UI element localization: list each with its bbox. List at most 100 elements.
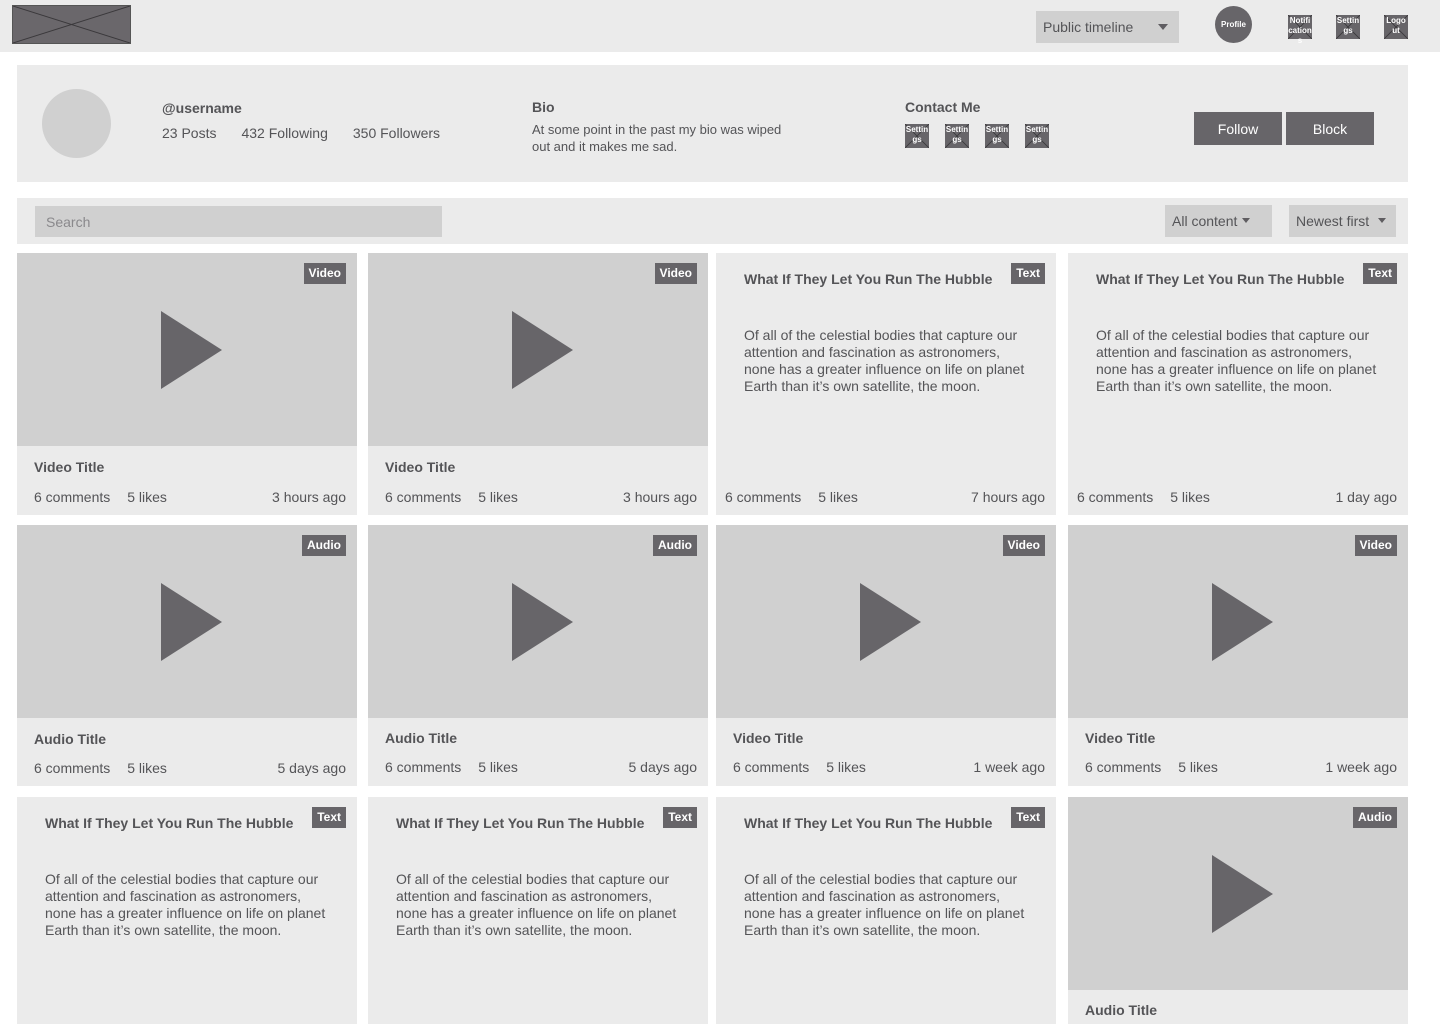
content-type-badge: Text: [1011, 807, 1045, 828]
sort-select[interactable]: Newest first: [1289, 205, 1396, 237]
post-meta: 6 comments 5 likes 1 week ago: [733, 759, 1045, 775]
timeline-select[interactable]: Public timeline: [1036, 11, 1179, 43]
contact-icon-label: Settings: [1025, 125, 1049, 144]
post-card[interactable]: Audio Audio Title: [1068, 797, 1408, 1024]
likes-count[interactable]: 5 likes: [127, 489, 167, 505]
post-card[interactable]: Text What If They Let You Run The Hubble…: [716, 253, 1056, 515]
contact-settings-icon[interactable]: Settings: [905, 124, 929, 148]
post-title[interactable]: Video Title: [385, 459, 455, 475]
post-excerpt: Of all of the celestial bodies that capt…: [744, 871, 1025, 938]
post-meta: 6 comments 5 likes 5 days ago: [34, 760, 346, 776]
contact-icon-label: Settings: [945, 125, 969, 144]
settings-icon[interactable]: Settings: [1336, 15, 1360, 39]
post-excerpt: Of all of the celestial bodies that capt…: [396, 871, 677, 938]
likes-count[interactable]: 5 likes: [818, 489, 858, 505]
play-icon[interactable]: [161, 583, 222, 661]
post-title[interactable]: Video Title: [34, 459, 104, 475]
post-meta: 6 comments 5 likes 1 day ago: [1077, 489, 1397, 505]
post-title[interactable]: Audio Title: [1085, 1002, 1157, 1018]
likes-count[interactable]: 5 likes: [826, 759, 866, 775]
play-icon[interactable]: [512, 311, 573, 389]
likes-count[interactable]: 5 likes: [478, 489, 518, 505]
comments-count[interactable]: 6 comments: [1077, 489, 1153, 505]
post-card[interactable]: Video Video Title 6 comments 5 likes 3 h…: [368, 253, 708, 515]
logout-label: Logout: [1386, 16, 1406, 35]
post-card[interactable]: Audio Audio Title 6 comments 5 likes 5 d…: [17, 525, 357, 786]
content-type-badge: Text: [1363, 263, 1397, 284]
post-timestamp: 5 days ago: [277, 760, 347, 776]
avatar[interactable]: [42, 89, 111, 158]
post-title[interactable]: Video Title: [1085, 730, 1155, 746]
post-meta: 6 comments 5 likes 5 days ago: [385, 759, 697, 775]
post-card[interactable]: Video Video Title 6 comments 5 likes 1 w…: [716, 525, 1056, 786]
play-icon[interactable]: [512, 583, 573, 661]
post-timestamp: 7 hours ago: [971, 489, 1045, 505]
post-excerpt: Of all of the celestial bodies that capt…: [45, 871, 326, 938]
contact-icon-label: Settings: [985, 125, 1009, 144]
post-card[interactable]: Text What If They Let You Run The Hubble…: [716, 797, 1056, 1024]
likes-count[interactable]: 5 likes: [478, 759, 518, 775]
search-input[interactable]: [35, 206, 442, 237]
top-bar: Public timeline Profile Notifications Se…: [0, 0, 1440, 52]
block-button[interactable]: Block: [1286, 112, 1374, 145]
post-title[interactable]: What If They Let You Run The Hubble: [744, 271, 1004, 287]
post-card[interactable]: Text What If They Let You Run The Hubble…: [17, 797, 357, 1024]
post-timestamp: 1 week ago: [1325, 759, 1397, 775]
post-title[interactable]: What If They Let You Run The Hubble: [45, 815, 305, 831]
comments-count[interactable]: 6 comments: [733, 759, 809, 775]
notifications-icon[interactable]: Notifications: [1288, 15, 1312, 45]
profile-header: @username 23 Posts 432 Following 350 Fol…: [17, 65, 1408, 182]
logo-placeholder-icon[interactable]: [12, 5, 131, 44]
profile-button[interactable]: Profile: [1215, 6, 1252, 43]
post-card[interactable]: Text What If They Let You Run The Hubble…: [368, 797, 708, 1024]
post-title[interactable]: What If They Let You Run The Hubble: [396, 815, 656, 831]
play-icon[interactable]: [1212, 855, 1273, 933]
likes-count[interactable]: 5 likes: [1170, 489, 1210, 505]
content-type-badge: Video: [303, 263, 346, 284]
content-type-badge: Video: [654, 263, 697, 284]
content-filter-label: All content: [1172, 213, 1238, 229]
bio-heading: Bio: [532, 99, 555, 115]
chevron-down-icon: [1242, 218, 1250, 223]
following-count[interactable]: 432 Following: [241, 125, 327, 141]
followers-count[interactable]: 350 Followers: [353, 125, 440, 141]
content-type-badge: Text: [1011, 263, 1045, 284]
post-card[interactable]: Text What If They Let You Run The Hubble…: [1068, 253, 1408, 515]
logout-icon[interactable]: Logout: [1384, 15, 1408, 39]
comments-count[interactable]: 6 comments: [34, 760, 110, 776]
comments-count[interactable]: 6 comments: [385, 759, 461, 775]
post-title[interactable]: Audio Title: [34, 731, 106, 747]
comments-count[interactable]: 6 comments: [1085, 759, 1161, 775]
post-card[interactable]: Audio Audio Title 6 comments 5 likes 5 d…: [368, 525, 708, 786]
likes-count[interactable]: 5 likes: [1178, 759, 1218, 775]
content-filter-select[interactable]: All content: [1165, 205, 1272, 237]
contact-settings-icon[interactable]: Settings: [985, 124, 1009, 148]
follow-button[interactable]: Follow: [1194, 112, 1282, 145]
post-timestamp: 1 day ago: [1335, 489, 1398, 505]
filter-bar: All content Newest first: [17, 198, 1408, 244]
content-type-badge: Audio: [302, 535, 346, 556]
post-card[interactable]: Video Video Title 6 comments 5 likes 3 h…: [17, 253, 357, 515]
content-type-badge: Text: [312, 807, 346, 828]
content-type-badge: Audio: [1353, 807, 1397, 828]
comments-count[interactable]: 6 comments: [725, 489, 801, 505]
post-title[interactable]: What If They Let You Run The Hubble: [1096, 271, 1356, 287]
play-icon[interactable]: [161, 311, 222, 389]
play-icon[interactable]: [1212, 583, 1273, 661]
username: @username: [162, 100, 242, 116]
comments-count[interactable]: 6 comments: [385, 489, 461, 505]
likes-count[interactable]: 5 likes: [127, 760, 167, 776]
posts-count[interactable]: 23 Posts: [162, 125, 216, 141]
post-title[interactable]: Video Title: [733, 730, 803, 746]
content-type-badge: Text: [663, 807, 697, 828]
post-title[interactable]: Audio Title: [385, 730, 457, 746]
play-icon[interactable]: [860, 583, 921, 661]
contact-settings-icon[interactable]: Settings: [945, 124, 969, 148]
post-card[interactable]: Video Video Title 6 comments 5 likes 1 w…: [1068, 525, 1408, 786]
post-meta: 6 comments 5 likes 3 hours ago: [34, 489, 346, 505]
post-timestamp: 3 hours ago: [272, 489, 346, 505]
comments-count[interactable]: 6 comments: [34, 489, 110, 505]
contact-settings-icon[interactable]: Settings: [1025, 124, 1049, 148]
contact-icons: Settings Settings Settings Settings: [905, 124, 1049, 148]
post-title[interactable]: What If They Let You Run The Hubble: [744, 815, 1004, 831]
